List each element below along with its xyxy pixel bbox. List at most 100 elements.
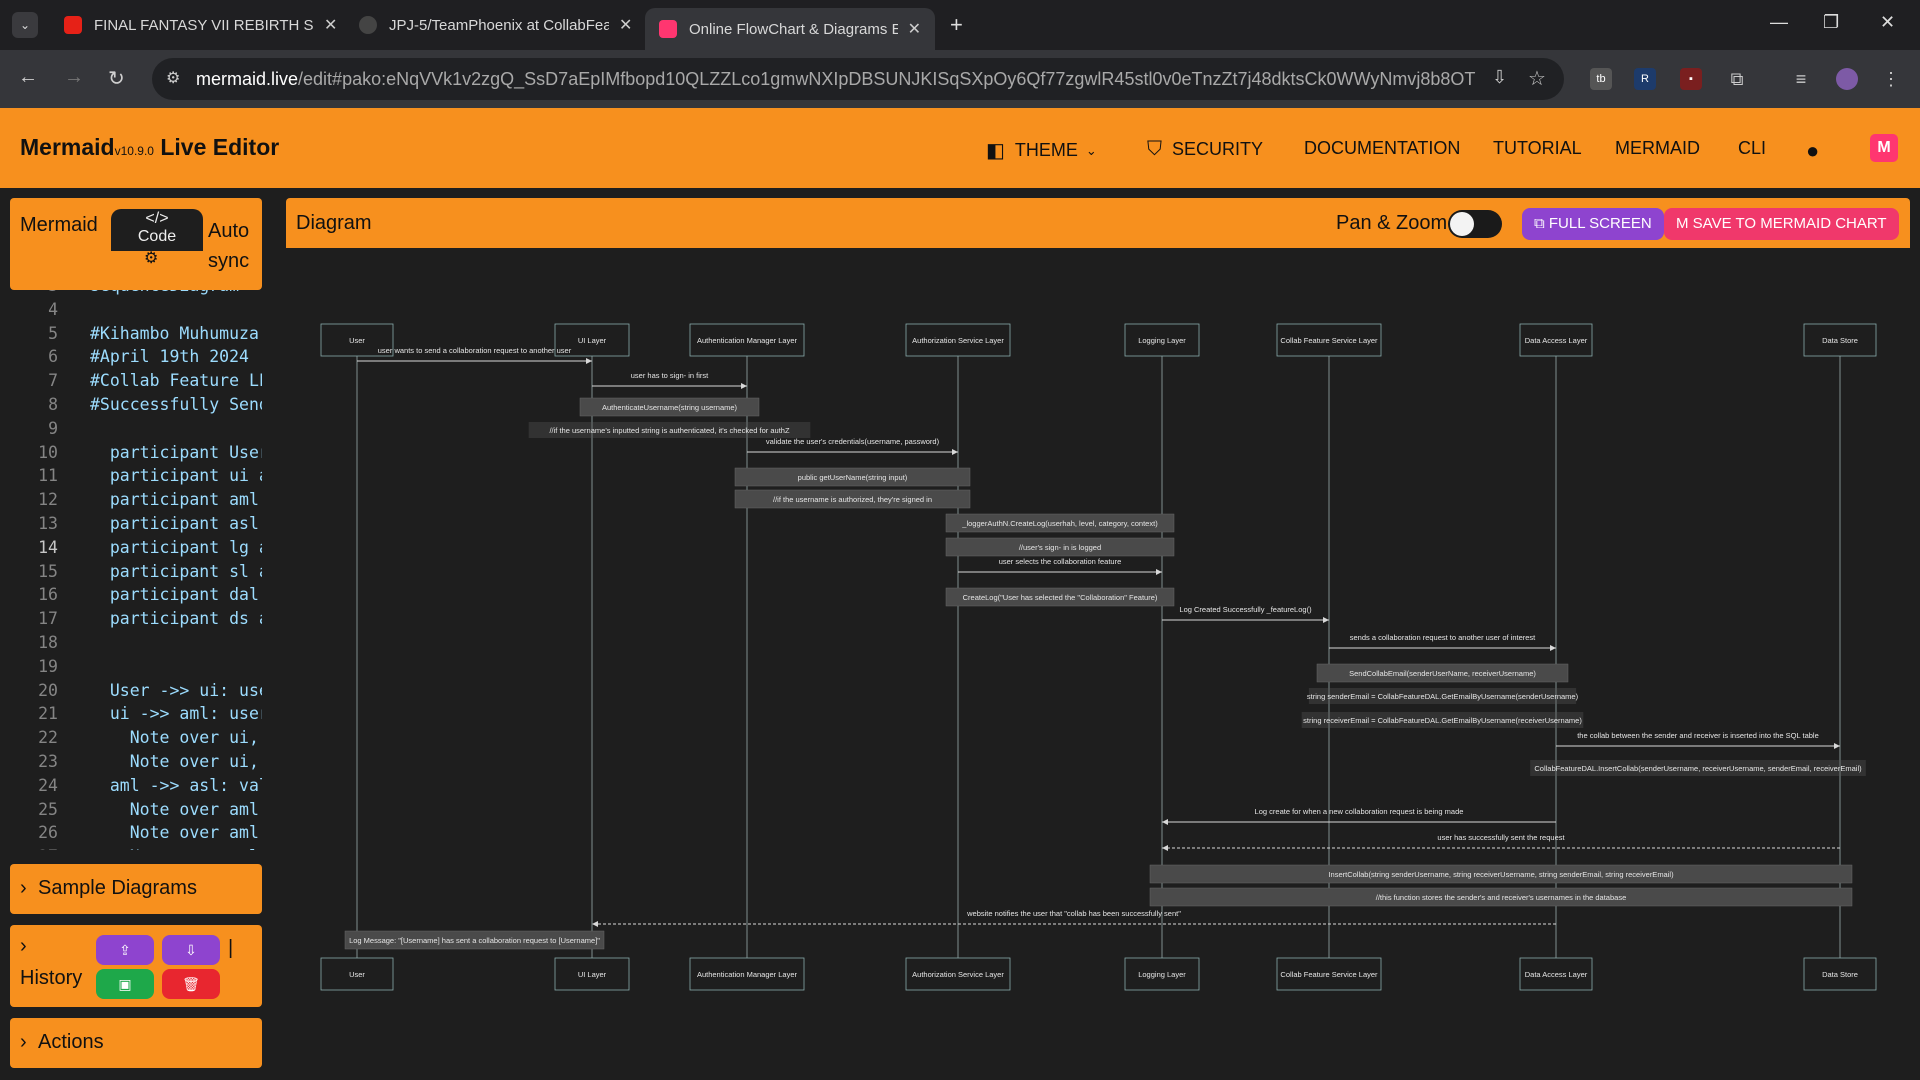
gear-icon[interactable]: ⚙ (144, 248, 158, 268)
install-app-icon[interactable]: ⇩ (1492, 67, 1507, 88)
code-line[interactable]: participant sl a (90, 562, 262, 581)
extensions-puzzle-icon[interactable]: ⧉ (1726, 68, 1748, 90)
tab-title: FINAL FANTASY VII REBIRTH SPO (94, 16, 314, 34)
profile-avatar[interactable] (1836, 68, 1858, 90)
arrowhead (1834, 743, 1840, 749)
code-line[interactable]: participant asl (90, 514, 259, 533)
minimize-icon[interactable]: — (1770, 12, 1788, 33)
sequence-diagram[interactable]: User User UI Layer UI Layer Authentication M… (286, 248, 1910, 1078)
history-accordion[interactable]: › History ⇪ ⇩ | ▣ 🗑 (10, 925, 262, 1007)
code-line[interactable]: Note over ui, (90, 752, 259, 771)
site-settings-icon[interactable]: ⚙ (166, 68, 180, 88)
theme-menu[interactable]: ◧ THEME ⌄ (986, 138, 1097, 163)
message-label: user selects the collaboration feature (999, 557, 1122, 566)
close-tab-icon[interactable]: ✕ (324, 15, 337, 35)
extension-icon[interactable]: tb (1590, 68, 1612, 90)
code-line[interactable]: participant User (90, 443, 262, 462)
editor-title: Mermaid (20, 214, 98, 236)
divider: | (228, 937, 234, 959)
actions-accordion[interactable]: › Actions (10, 1018, 262, 1068)
code-line[interactable]: participant ds a (90, 609, 262, 628)
message-label: the collab between the sender and receiv… (1577, 731, 1819, 740)
save-to-mermaid-chart-button[interactable]: M SAVE TO MERMAID CHART (1664, 208, 1899, 240)
code-line[interactable]: User ->> ui: use (90, 681, 262, 700)
code-line[interactable]: participant dal (90, 585, 259, 604)
brand[interactable]: Mermaidv10.9.0 Live Editor (20, 134, 279, 161)
line-number: 14 (38, 537, 58, 557)
palette-icon: ◧ (986, 140, 1005, 162)
autosync-toggle[interactable]: Auto sync (208, 216, 256, 276)
line-number: 25 (38, 799, 58, 819)
note-text: Log Message: "[Username] has sent a coll… (349, 936, 600, 945)
code-editor[interactable]: 3 sequenceDiagram 4 5 #Kihambo Muhumuza 6 #Apr… (10, 290, 262, 850)
new-tab-button[interactable]: + (950, 12, 963, 38)
note-text: InsertCollab(string senderUsername, stri… (1328, 870, 1674, 879)
mermaid-chart-icon[interactable]: M (1870, 134, 1898, 162)
brand-name: Mermaid (20, 134, 115, 160)
browser-tab-github[interactable]: JPJ-5/TeamPhoenix at CollabFea ✕ (345, 8, 646, 42)
brand-version: v10.9.0 (114, 144, 154, 158)
line-number: 22 (38, 728, 58, 748)
mermaid-link[interactable]: MERMAID (1615, 138, 1700, 159)
participant-label: Data Access Layer (1525, 336, 1588, 345)
code-line[interactable]: participant aml (90, 490, 259, 509)
security-link[interactable]: ⛉ SECURITY (1147, 138, 1263, 161)
restore-icon[interactable]: ❐ (1823, 12, 1839, 33)
code-line[interactable]: #Collab Feature LL (90, 371, 262, 390)
participant-label: Data Access Layer (1525, 970, 1588, 979)
arrowhead (1550, 645, 1556, 651)
message-label: Log create for when a new collaboration … (1255, 807, 1464, 816)
sample-diagrams-accordion[interactable]: › Sample Diagrams (10, 864, 262, 914)
note-text: //if the username's inputted string is a… (549, 426, 789, 435)
code-line[interactable]: aml ->> asl: val (90, 776, 262, 795)
code-line[interactable]: ui ->> aml: user (90, 704, 262, 723)
bookmark-star-icon[interactable]: ☆ (1528, 66, 1546, 91)
code-line[interactable]: participant lg a (90, 538, 262, 557)
browser-tab-youtube[interactable]: FINAL FANTASY VII REBIRTH SPO ✕ (50, 8, 351, 42)
code-line[interactable]: Note over aml, (90, 823, 262, 842)
download-button[interactable]: ⇩ (162, 935, 220, 965)
code-line[interactable]: participant ui a (90, 466, 262, 485)
save-history-button[interactable]: ▣ (96, 969, 154, 999)
browser-tab-mermaid[interactable]: Online FlowChart & Diagrams E ✕ (645, 8, 935, 50)
documentation-link[interactable]: DOCUMENTATION (1304, 138, 1460, 159)
close-tab-icon[interactable]: ✕ (908, 19, 921, 39)
extension-icon[interactable]: ▪ (1680, 68, 1702, 90)
forward-icon[interactable]: → (64, 66, 84, 89)
code-line[interactable]: #April 19th 2024 (90, 347, 249, 366)
code-line[interactable]: Note over asl, (90, 847, 262, 850)
pan-zoom-toggle[interactable] (1448, 210, 1502, 238)
close-tab-icon[interactable]: ✕ (619, 15, 632, 35)
code-line[interactable]: #Kihambo Muhumuza (90, 324, 259, 343)
participant-label: Collab Feature Service Layer (1280, 336, 1378, 345)
cli-link[interactable]: CLI (1738, 138, 1766, 159)
line-number: 4 (48, 299, 58, 319)
back-icon[interactable]: ← (18, 66, 38, 89)
tab-code[interactable]: </> Code (111, 209, 203, 251)
code-line[interactable]: sequenceDiagram (90, 290, 239, 295)
note-text: AuthenticateUsername(string username) (602, 403, 738, 412)
delete-history-button[interactable]: 🗑 (162, 969, 220, 999)
upload-button[interactable]: ⇪ (96, 935, 154, 965)
tutorial-link[interactable]: TUTORIAL (1493, 138, 1582, 159)
message-label: website notifies the user that "collab h… (966, 909, 1181, 918)
save-chart-label: SAVE TO MERMAID CHART (1692, 215, 1887, 232)
media-control-icon[interactable]: ≡ (1790, 68, 1812, 90)
reload-icon[interactable]: ↻ (108, 66, 125, 91)
note-text: SendCollabEmail(senderUserName, receiver… (1349, 669, 1536, 678)
address-bar[interactable]: ⚙ mermaid.live/edit#pako:eNqVVk1v2zgQ_Ss… (152, 58, 1564, 100)
note-text: //if the username is authorized, they're… (773, 495, 932, 504)
extension-icon[interactable]: R (1634, 68, 1656, 90)
tab-search-button[interactable]: ⌄ (12, 12, 38, 38)
full-screen-button[interactable]: ⧉ FULL SCREEN (1522, 208, 1664, 240)
code-line[interactable]: #Successfully Send (90, 395, 262, 414)
message-label: user has successfully sent the request (1437, 833, 1565, 842)
diagram-title: Diagram (296, 212, 372, 234)
close-window-icon[interactable]: ✕ (1880, 12, 1895, 33)
line-number: 13 (38, 514, 58, 533)
participant-label: Authentication Manager Layer (697, 336, 798, 345)
code-line[interactable]: Note over ui, (90, 728, 259, 747)
github-icon[interactable]: ● (1806, 138, 1819, 164)
browser-menu-icon[interactable]: ⋮ (1880, 68, 1902, 90)
code-line[interactable]: Note over aml, (90, 800, 262, 819)
